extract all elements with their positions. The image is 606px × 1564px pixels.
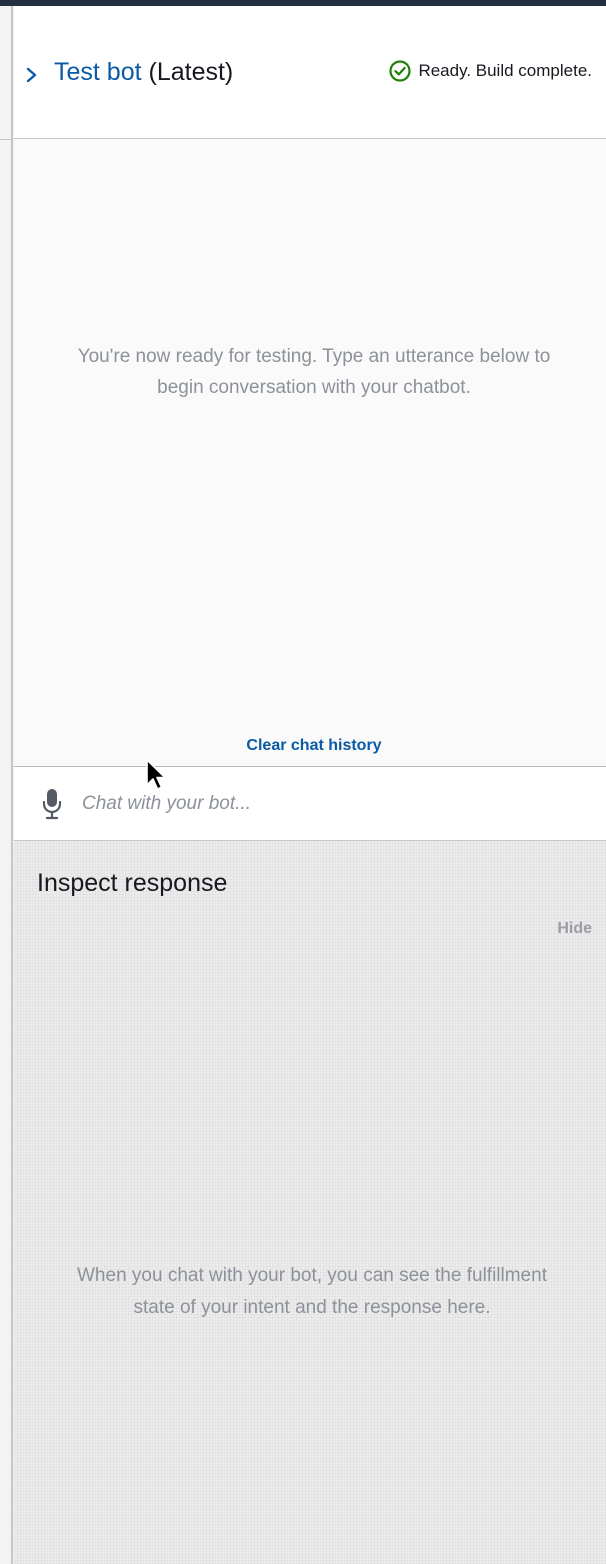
chat-empty-message: You're now ready for testing. Type an ut… (77, 346, 551, 398)
divider-notch (0, 139, 12, 140)
status-text: Ready. Build complete. (418, 61, 592, 80)
panel-title: Test bot (Latest) (54, 58, 233, 87)
inspect-empty-message: When you chat with your bot, you can see… (77, 1265, 547, 1318)
chevron-right-icon[interactable] (24, 63, 40, 87)
chat-input[interactable] (82, 785, 582, 823)
version-label: (Latest) (141, 58, 234, 86)
chat-input-row (14, 767, 606, 841)
left-panel-edge (0, 6, 14, 1564)
check-circle-icon (389, 60, 412, 82)
test-bot-panel: Test bot (Latest) Ready. Build complete.… (14, 6, 606, 1564)
hide-button[interactable]: Hide (557, 920, 592, 938)
clear-chat-history-link[interactable]: Clear chat history (14, 737, 606, 755)
panel-header: Test bot (Latest) Ready. Build complete. (14, 6, 606, 139)
panel-divider[interactable] (11, 6, 13, 1564)
microphone-icon[interactable] (41, 788, 63, 820)
inspect-response-panel: Inspect response Hide When you chat with… (14, 841, 606, 1564)
test-bot-link[interactable]: Test bot (54, 58, 142, 86)
build-status: Ready. Build complete. (388, 59, 592, 83)
chat-history-area: You're now ready for testing. Type an ut… (14, 139, 606, 767)
inspect-response-title: Inspect response (37, 869, 228, 897)
